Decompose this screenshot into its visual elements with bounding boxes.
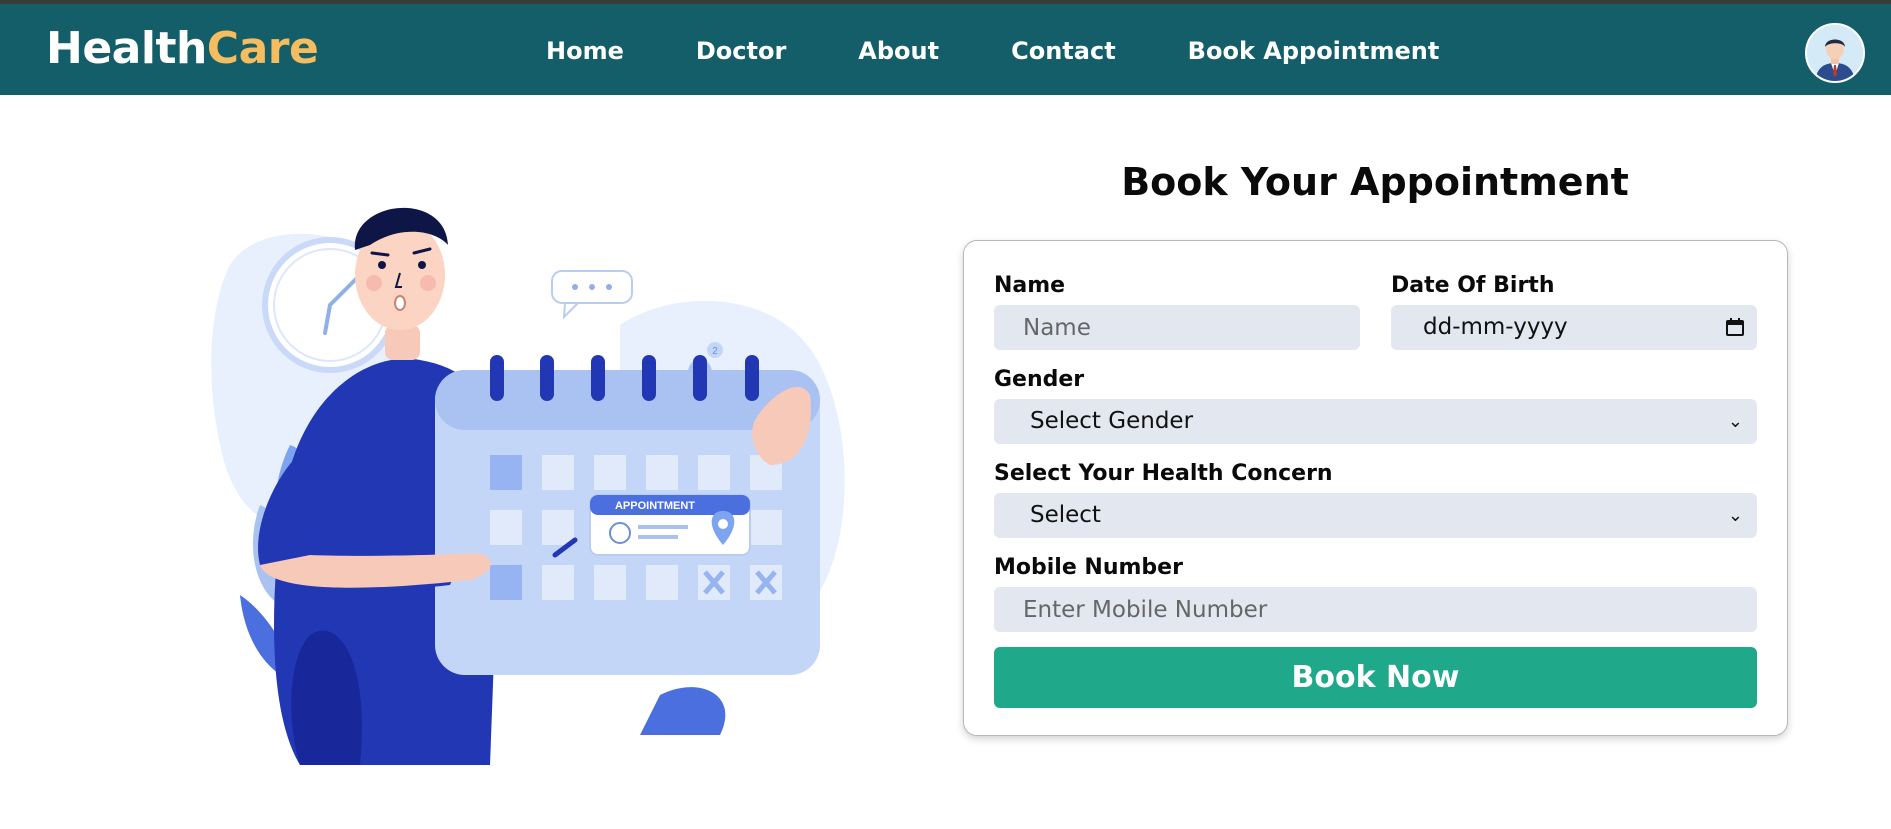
name-label: Name (994, 273, 1066, 298)
nav-doctor[interactable]: Doctor (696, 34, 786, 68)
nav-book-appointment[interactable]: Book Appointment (1188, 34, 1440, 68)
name-input[interactable] (994, 305, 1360, 350)
dob-label: Date Of Birth (1391, 273, 1555, 298)
gender-select[interactable]: Select Gender ⌄ (994, 399, 1757, 444)
concern-selected-value: Select (1030, 502, 1101, 528)
mobile-input[interactable] (994, 587, 1757, 632)
user-avatar[interactable] (1805, 23, 1865, 83)
chevron-down-icon: ⌄ (1727, 411, 1743, 432)
dob-value: dd-mm-yyyy (1423, 314, 1568, 340)
dob-input[interactable]: dd-mm-yyyy (1391, 305, 1757, 350)
appointment-badge: APPOINTMENT (615, 500, 695, 512)
appointment-illustration: 2 APPOINTMENT (200, 195, 880, 795)
calendar-graphic: APPOINTMENT (435, 355, 820, 675)
gender-label: Gender (994, 367, 1085, 392)
concern-label: Select Your Health Concern (994, 461, 1333, 486)
name-field-wrap (994, 305, 1360, 350)
nav-contact[interactable]: Contact (1011, 34, 1116, 68)
mobile-label: Mobile Number (994, 555, 1183, 580)
mobile-field-wrap (994, 587, 1757, 632)
nav-home[interactable]: Home (546, 34, 624, 68)
appointment-form: Name Date Of Birth dd-mm-yyyy Gender Sel… (963, 240, 1788, 736)
illustration-graphic: 2 APPOINTMENT (211, 207, 845, 765)
nav-about[interactable]: About (858, 34, 939, 68)
avatar-icon (1807, 25, 1863, 81)
form-title: Book Your Appointment (1121, 160, 1629, 204)
brand-part-1: Health (46, 23, 207, 74)
bell-badge: 2 (712, 346, 718, 357)
calendar-icon[interactable] (1725, 317, 1745, 337)
concern-select[interactable]: Select ⌄ (994, 493, 1757, 538)
nav-links: Home Doctor About Contact Book Appointme… (546, 34, 1439, 68)
navbar: HealthCare Home Doctor About Contact Boo… (0, 4, 1891, 95)
brand-part-2: Care (206, 23, 319, 74)
gender-selected-value: Select Gender (1030, 408, 1194, 434)
chevron-down-icon: ⌄ (1727, 505, 1743, 526)
book-now-button[interactable]: Book Now (994, 647, 1757, 708)
brand-logo[interactable]: HealthCare (46, 23, 319, 74)
